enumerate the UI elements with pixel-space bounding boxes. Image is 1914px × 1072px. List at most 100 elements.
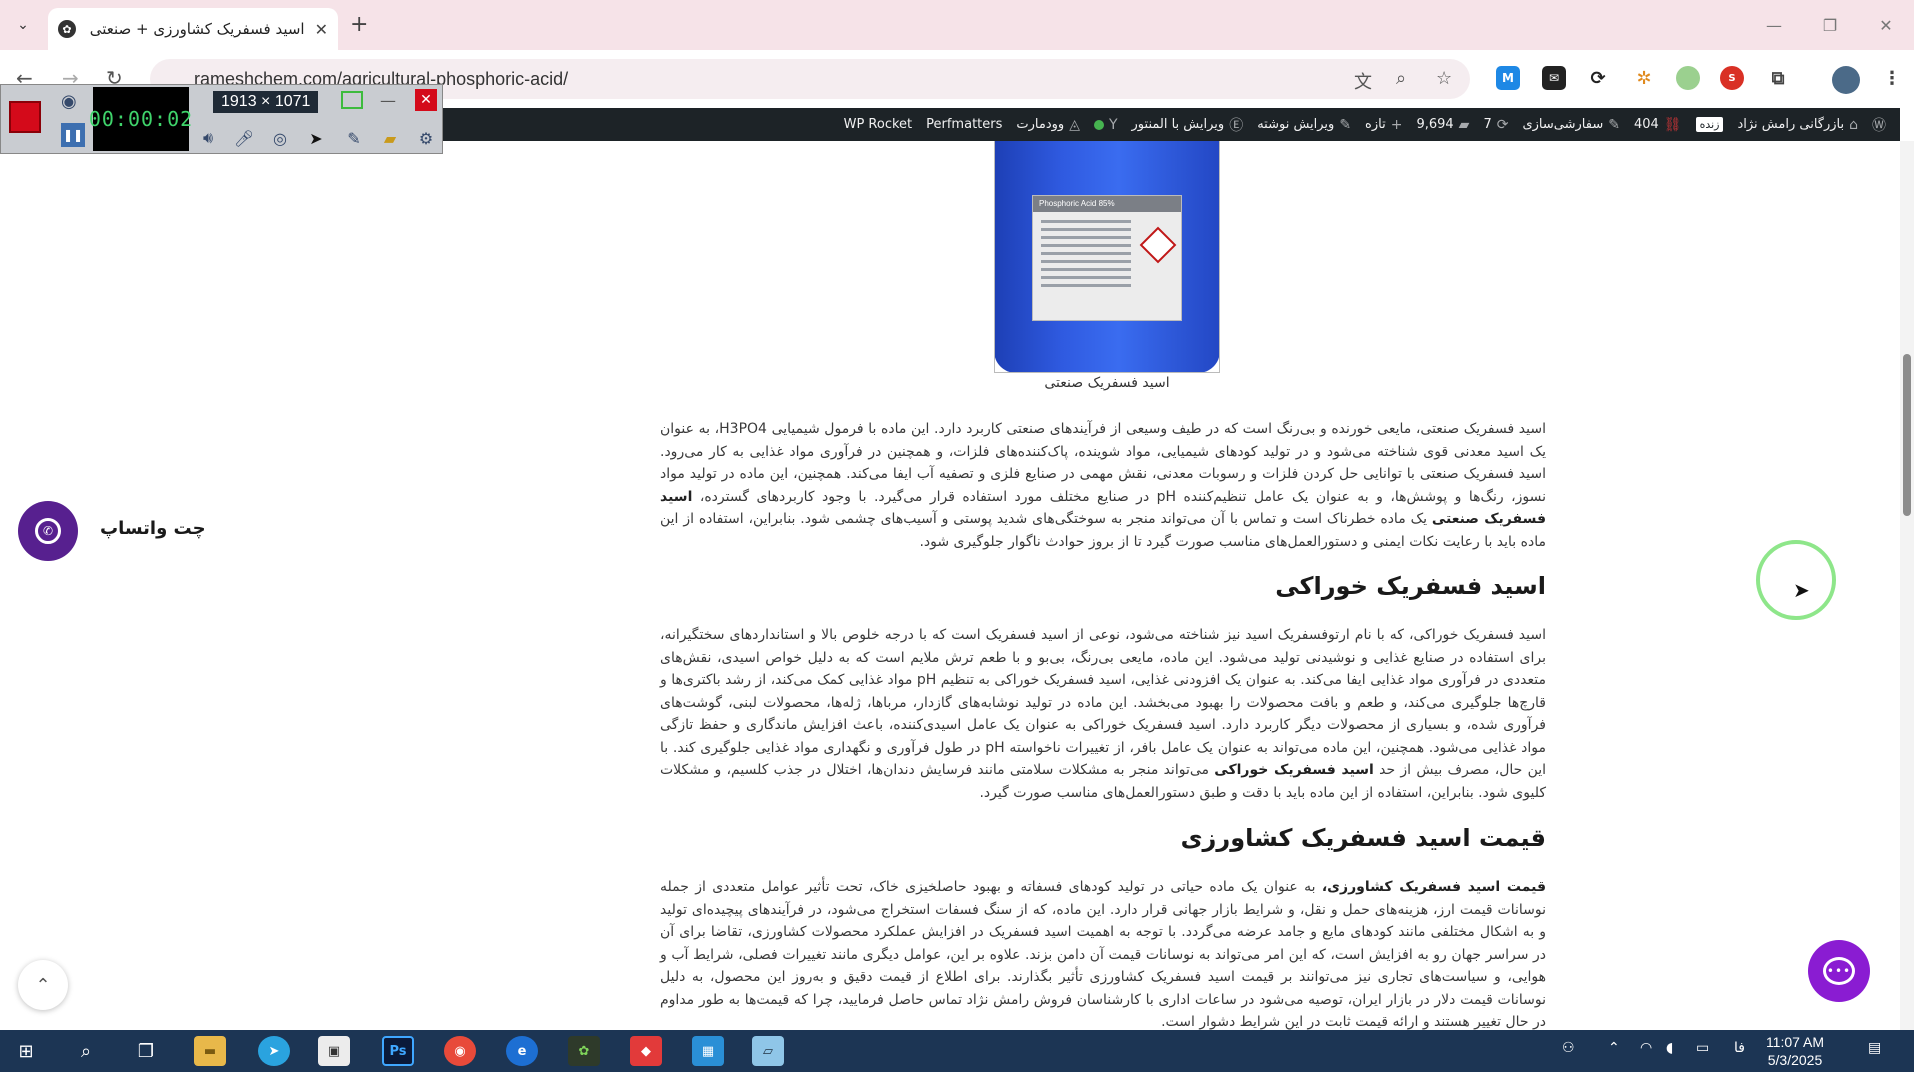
translate-icon[interactable]: 文 [1354, 68, 1372, 94]
hazard-diamond-icon [1139, 226, 1177, 264]
task-view-icon[interactable]: ❐ [130, 1036, 162, 1066]
whatsapp-chat-button[interactable]: ✆ [18, 501, 78, 561]
whatsapp-chat-label[interactable]: چت واتساپ [100, 518, 206, 539]
record-stop-button[interactable] [9, 101, 41, 133]
recorder-close-icon[interactable]: ✕ [415, 89, 437, 111]
scroll-to-top-button[interactable]: ⌃ [18, 960, 68, 1010]
zoom-icon[interactable]: ⌕ [1396, 68, 1406, 89]
admin-edit-elementor[interactable]: Ⓔ ویرایش با المنتور [1132, 115, 1244, 135]
microphone-icon[interactable]: 🎤︎ [231, 125, 257, 151]
mouse-cursor-icon: ➤ [1793, 578, 1810, 602]
extension-gear-icon[interactable]: ✲ [1632, 66, 1656, 90]
admin-wp-rocket[interactable]: WP Rocket [844, 117, 913, 132]
edge-icon[interactable]: e [506, 1036, 538, 1066]
admin-comments[interactable]: ▰ 9,694 [1416, 117, 1469, 133]
browser-menu-icon[interactable]: ⋮ [1880, 66, 1904, 90]
region-icon[interactable] [341, 91, 363, 109]
language-indicator[interactable]: فا [1734, 1040, 1745, 1056]
brush-icon: ✎ [1608, 116, 1620, 133]
profile-avatar[interactable] [1832, 66, 1860, 94]
para3-text: به عنوان یک ماده حیاتی در تولید کودهای ف… [660, 879, 1546, 1030]
anydesk-icon[interactable]: ◆ [630, 1036, 662, 1066]
minimize-icon[interactable]: — [1746, 0, 1802, 50]
extension-circle-icon[interactable] [1676, 66, 1700, 90]
close-window-icon[interactable]: ✕ [1858, 0, 1914, 50]
whatsapp-icon: ✆ [35, 518, 61, 544]
corel-icon[interactable]: ✿ [568, 1036, 600, 1066]
settings-gear-icon[interactable]: ⚙ [413, 125, 439, 151]
store-icon[interactable]: ▣ [318, 1036, 350, 1066]
taskbar-clock[interactable]: 11:07 AM 5/3/2025 [1755, 1033, 1835, 1069]
windows-start-icon[interactable]: ⊞ [10, 1036, 42, 1066]
page-scrollbar[interactable] [1900, 141, 1914, 1030]
cursor-icon[interactable]: ➤ [303, 125, 329, 151]
admin-updates[interactable]: ⟳ 7 [1483, 117, 1508, 133]
scrollbar-thumb[interactable] [1903, 354, 1911, 516]
wifi-icon[interactable]: ◠ [1640, 1040, 1652, 1056]
app-blue-icon[interactable]: ▦ [692, 1036, 724, 1066]
new-tab-plus-icon[interactable]: + [350, 12, 368, 37]
tray-chevron-icon[interactable]: ⌃ [1608, 1040, 1620, 1056]
broken-link-icon: ⛓ [1663, 116, 1682, 133]
search-icon[interactable]: ⌕ [70, 1036, 102, 1066]
live-chat-button[interactable]: ••• [1808, 940, 1870, 1002]
webcam-icon[interactable]: ◎ [267, 125, 293, 151]
admin-site-name[interactable]: ⌂ بازرگانی رامش نژاد [1737, 117, 1858, 133]
app-note-icon[interactable]: ▱ [752, 1036, 784, 1066]
extension-sync-icon[interactable]: ⟳ [1586, 66, 1610, 90]
para2-bold: اسید فسفریک خوراکی [1214, 762, 1374, 778]
plus-icon: + [1390, 116, 1403, 133]
admin-woodmart[interactable]: ◬ وودمارت [1016, 117, 1080, 133]
pen-icon[interactable]: ✎ [341, 125, 367, 151]
yoast-icon: Y [1108, 116, 1118, 133]
photoshop-icon[interactable]: Ps [382, 1036, 414, 1066]
admin-edit-post[interactable]: ✎ ویرایش نوشته [1257, 117, 1351, 133]
product-image-canister: Phosphoric Acid 85% [994, 141, 1220, 373]
extension-m-icon[interactable]: M [1496, 66, 1520, 90]
tab-search-chevron-icon[interactable]: ⌄ [10, 12, 36, 38]
clock-date: 5/3/2025 [1767, 1052, 1823, 1068]
heading-food-grade: اسید فسفریک خوراکی [1275, 572, 1546, 600]
speaker-icon[interactable]: 🔊︎ [195, 125, 221, 151]
recorder-minimize-icon[interactable]: — [377, 91, 399, 110]
battery-icon[interactable]: ▭ [1696, 1040, 1709, 1056]
status-dot-icon [1093, 119, 1104, 130]
para2-text: اسید فسفریک خوراکی، که با نام ارتوفسفریک… [660, 627, 1547, 778]
paragraph-food-grade: اسید فسفریک خوراکی، که با نام ارتوفسفریک… [660, 624, 1546, 804]
camera-icon[interactable]: ◉ [61, 91, 77, 112]
wordpress-logo-icon[interactable]: Ⓦ [1872, 115, 1886, 135]
admin-seo-status[interactable]: Y [1093, 116, 1118, 133]
browser-tab-strip: ⌄ ✿ اسید فسفریک کشاورزی + صنعتی ✕ + — ❐ … [0, 0, 1914, 50]
para1-text: اسید فسفریک صنعتی، مایعی خورنده و بی‌رنگ… [660, 421, 1546, 505]
bookmark-star-icon[interactable]: ☆ [1436, 68, 1452, 89]
folder-icon[interactable]: ▰ [377, 125, 403, 151]
browser-tab[interactable]: ✿ اسید فسفریک کشاورزی + صنعتی ✕ [48, 8, 338, 50]
recording-dimensions: 1913 × 1071 [213, 91, 319, 113]
pause-button[interactable]: ❚❚ [61, 123, 85, 147]
dashboard-icon: ⌂ [1849, 116, 1858, 133]
tab-close-icon[interactable]: ✕ [315, 20, 328, 39]
extensions-puzzle-icon[interactable]: ⧉ [1766, 66, 1790, 90]
extension-seo-icon[interactable]: S [1720, 66, 1744, 90]
admin-live-badge: زنده [1695, 117, 1724, 132]
notifications-icon[interactable]: ▤ [1868, 1040, 1881, 1056]
tab-favicon-icon: ✿ [58, 20, 76, 38]
para1-rest: یک ماده خطرناک است و تماس با آن می‌تواند… [660, 511, 1546, 550]
restore-icon[interactable]: ❐ [1802, 0, 1858, 50]
clock-time: 11:07 AM [1765, 1034, 1825, 1050]
screen: ⌄ ✿ اسید فسفریک کشاورزی + صنعتی ✕ + — ❐ … [0, 0, 1914, 1072]
para3-bold: قیمت اسید فسفریک کشاورزی، [1321, 879, 1546, 895]
product-label: Phosphoric Acid 85% [1032, 195, 1182, 321]
paragraph-industrial: اسید فسفریک صنعتی، مایعی خورنده و بی‌رنگ… [660, 418, 1546, 553]
people-icon[interactable]: ⚇ [1562, 1040, 1575, 1056]
admin-perfmatters[interactable]: Perfmatters [926, 117, 1002, 132]
file-explorer-icon[interactable]: ▬ [194, 1036, 226, 1066]
admin-404-counter[interactable]: ⛓ 404 [1634, 117, 1682, 133]
chrome-icon[interactable]: ◉ [444, 1036, 476, 1066]
admin-customize[interactable]: ✎ سفارشی‌سازی [1522, 117, 1619, 133]
volume-icon[interactable]: ◖ [1666, 1040, 1673, 1056]
telegram-icon[interactable]: ➤ [258, 1036, 290, 1066]
extension-mail-icon[interactable]: ✉ [1542, 66, 1566, 90]
image-caption: اسید فسفریک صنعتی [1044, 375, 1170, 391]
admin-new[interactable]: + تازه [1365, 117, 1402, 133]
